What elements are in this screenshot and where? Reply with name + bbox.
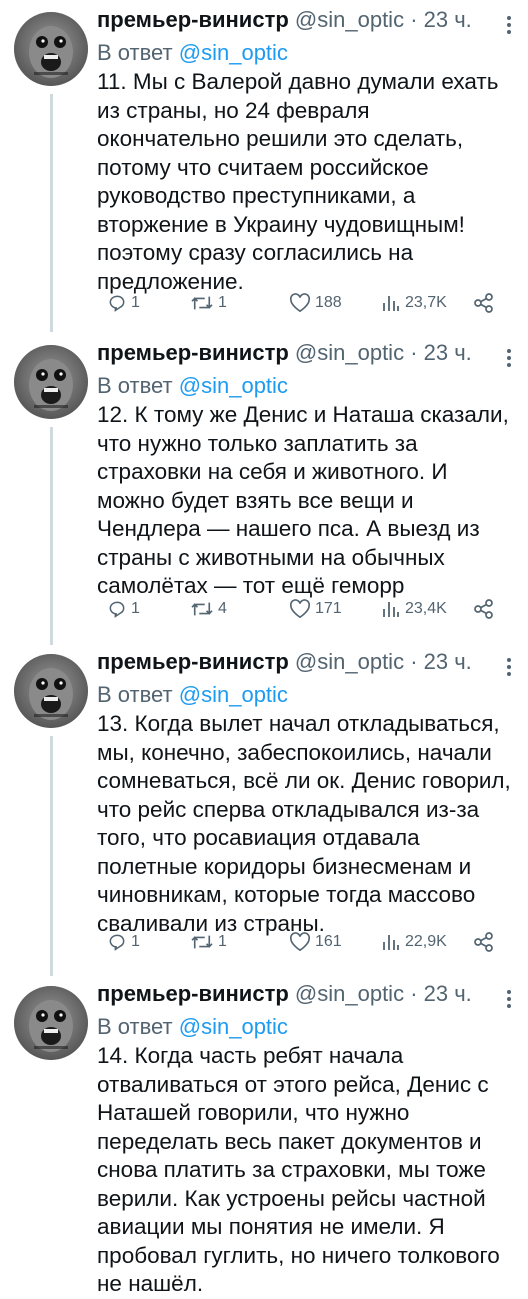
timestamp[interactable]: · 23 ч. [410, 981, 472, 1006]
heart-icon [289, 293, 311, 313]
share-icon [474, 293, 493, 313]
tweet[interactable]: премьер-винистр @sin_optic · 23 ч. В отв… [0, 6, 528, 332]
tweet[interactable]: премьер-винистр @sin_optic · 23 ч. В отв… [0, 339, 528, 645]
reply-prefix: В ответ [97, 1014, 173, 1039]
like-count: 161 [315, 933, 342, 950]
views-button[interactable]: 22,9K [381, 928, 447, 956]
more-icon[interactable] [506, 16, 512, 34]
author-handle[interactable]: @sin_optic [295, 7, 404, 32]
retweet-button[interactable]: 1 [190, 289, 227, 317]
tweet-text: 11. Мы с Валерой давно думали ехать из с… [97, 69, 499, 294]
reply-count: 1 [131, 933, 140, 950]
reply-mention[interactable]: @sin_optic [179, 1014, 288, 1039]
reply-mention[interactable]: @sin_optic [179, 373, 288, 398]
avatar[interactable] [14, 12, 88, 86]
views-icon [383, 296, 399, 311]
reply-mention[interactable]: @sin_optic [179, 682, 288, 707]
reply-button[interactable]: 1 [107, 928, 140, 956]
share-button[interactable] [473, 595, 495, 623]
views-count: 22,9K [405, 933, 447, 950]
reply-icon [109, 295, 125, 312]
tweet-text: 13. Когда вылет начал откладываться, мы,… [97, 711, 511, 936]
author-name[interactable]: премьер-винистр [97, 340, 289, 365]
reply-count: 1 [131, 600, 140, 617]
tweet-text: 12. К тому же Денис и Наташа сказали, чт… [97, 402, 509, 598]
reply-mention[interactable]: @sin_optic [179, 40, 288, 65]
reply-prefix: В ответ [97, 40, 173, 65]
tweet-header: премьер-винистр @sin_optic · 23 ч. [97, 6, 498, 34]
tweet-header: премьер-винистр @sin_optic · 23 ч. [97, 339, 498, 367]
avatar[interactable] [14, 986, 88, 1060]
retweet-icon [191, 296, 213, 310]
like-count: 188 [315, 294, 342, 311]
avatar[interactable] [14, 654, 88, 728]
tweet-header: премьер-винистр @sin_optic · 23 ч. [97, 980, 498, 1008]
avatar[interactable] [14, 345, 88, 419]
views-icon [383, 602, 399, 617]
reply-button[interactable]: 1 [107, 595, 140, 623]
retweet-icon [191, 602, 213, 616]
share-icon [474, 599, 493, 619]
views-button[interactable]: 23,7K [381, 289, 447, 317]
tweet-header: премьер-винистр @sin_optic · 23 ч. [97, 648, 498, 676]
retweet-count: 1 [218, 933, 227, 950]
reply-context: В ответ @sin_optic [97, 372, 288, 400]
retweet-count: 4 [218, 600, 227, 617]
retweet-button[interactable]: 1 [190, 928, 227, 956]
thread-line [50, 736, 53, 976]
like-button[interactable]: 171 [289, 595, 342, 623]
share-button[interactable] [473, 928, 495, 956]
reply-button[interactable]: 1 [107, 289, 140, 317]
tweet-actions: 1 1 161 22,9K [97, 928, 502, 956]
reply-icon [109, 601, 125, 618]
author-name[interactable]: премьер-винистр [97, 981, 289, 1006]
author-name[interactable]: премьер-винистр [97, 7, 289, 32]
author-handle[interactable]: @sin_optic [295, 649, 404, 674]
share-icon [474, 932, 493, 952]
timestamp[interactable]: · 23 ч. [410, 7, 472, 32]
retweet-button[interactable]: 4 [190, 595, 227, 623]
retweet-icon [191, 935, 213, 949]
thread-line [50, 427, 53, 645]
more-icon[interactable] [506, 349, 512, 367]
author-handle[interactable]: @sin_optic [295, 340, 404, 365]
author-name[interactable]: премьер-винистр [97, 649, 289, 674]
tweet-text: 14. Когда часть ребят начала отваливатьс… [97, 1043, 500, 1296]
tweet-actions: 1 1 188 23,7K [97, 289, 502, 317]
views-button[interactable]: 23,4K [381, 595, 447, 623]
more-icon[interactable] [506, 658, 512, 676]
like-button[interactable]: 161 [289, 928, 342, 956]
tweet[interactable]: премьер-винистр @sin_optic · 23 ч. В отв… [0, 648, 528, 976]
reply-count: 1 [131, 294, 140, 311]
retweet-count: 1 [218, 294, 227, 311]
tweet-actions: 1 4 171 23,4K [97, 595, 502, 623]
reply-icon [109, 934, 125, 951]
reply-context: В ответ @sin_optic [97, 1013, 288, 1041]
heart-icon [289, 932, 311, 952]
author-handle[interactable]: @sin_optic [295, 981, 404, 1006]
thread-line [50, 94, 53, 332]
reply-context: В ответ @sin_optic [97, 681, 288, 709]
like-button[interactable]: 188 [289, 289, 342, 317]
reply-prefix: В ответ [97, 682, 173, 707]
timestamp[interactable]: · 23 ч. [410, 649, 472, 674]
share-button[interactable] [473, 289, 495, 317]
tweet[interactable]: премьер-винистр @sin_optic · 23 ч. В отв… [0, 980, 528, 1296]
reply-context: В ответ @sin_optic [97, 39, 288, 67]
more-icon[interactable] [506, 990, 512, 1008]
timestamp[interactable]: · 23 ч. [410, 340, 472, 365]
views-icon [383, 935, 399, 950]
views-count: 23,4K [405, 600, 447, 617]
heart-icon [289, 599, 311, 619]
like-count: 171 [315, 600, 342, 617]
reply-prefix: В ответ [97, 373, 173, 398]
views-count: 23,7K [405, 294, 447, 311]
